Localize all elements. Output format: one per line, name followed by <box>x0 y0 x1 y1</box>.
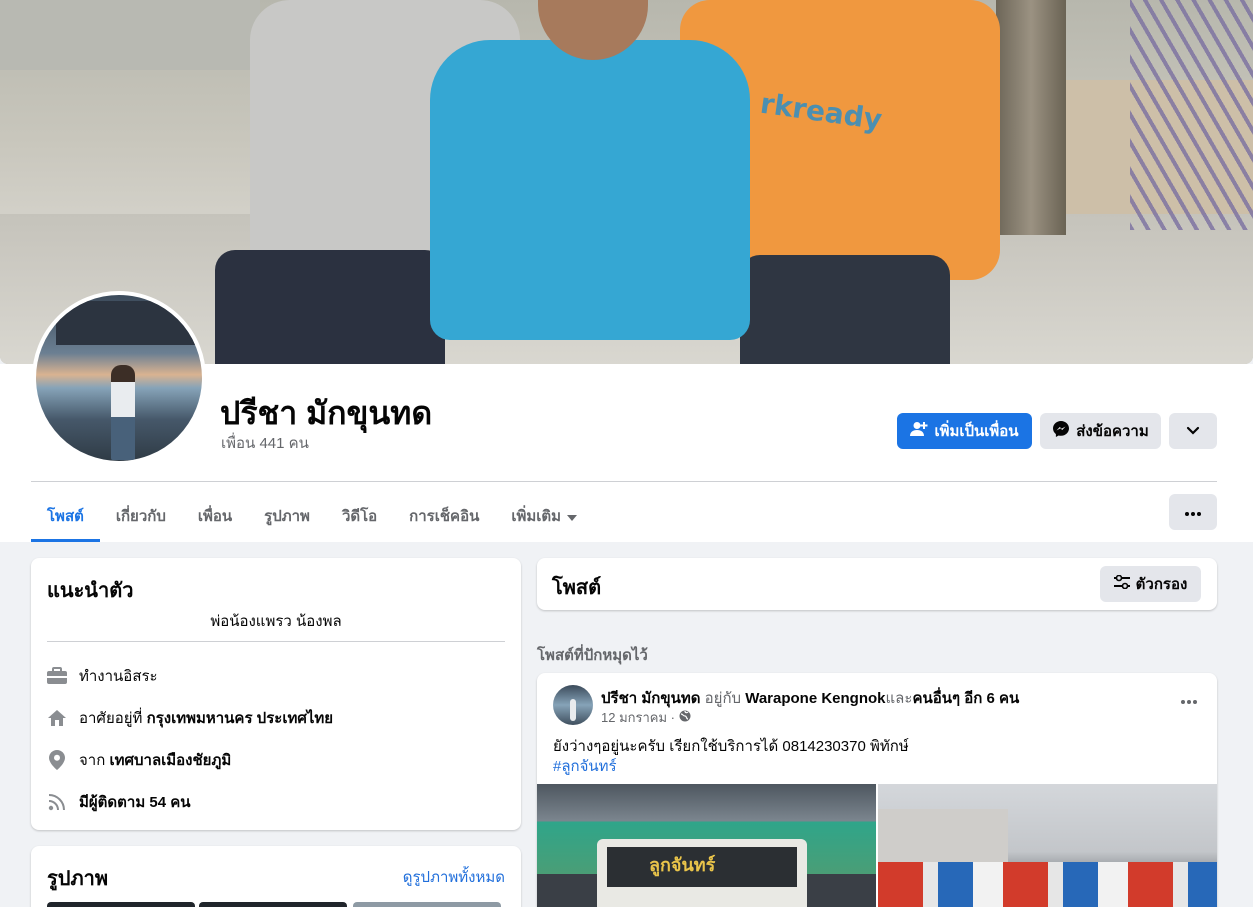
location-pin-icon <box>47 750 67 770</box>
filter-label: ตัวกรอง <box>1135 576 1188 593</box>
post-photo[interactable] <box>878 784 1217 907</box>
post-author-avatar[interactable] <box>553 685 593 725</box>
tab-friends[interactable]: เพื่อน <box>182 490 248 542</box>
cover-hammock <box>1130 0 1253 230</box>
profile-tabs: โพสต์ เกี่ยวกับ เพื่อน รูปภาพ วิดีโอ การ… <box>31 490 593 542</box>
trucks-shape <box>878 862 1217 907</box>
tab-checkins[interactable]: การเช็คอิน <box>393 490 495 542</box>
posts-header-card: โพสต์ ตัวกรอง <box>537 558 1217 610</box>
more-options-button[interactable] <box>1169 413 1217 449</box>
post-options-button[interactable] <box>1181 691 1197 709</box>
photo-thumbnail[interactable] <box>353 902 501 907</box>
cover-person-center <box>430 40 750 340</box>
photo-thumbnail[interactable] <box>199 902 347 907</box>
rss-icon <box>47 792 67 812</box>
tab-label: เพื่อน <box>197 508 233 525</box>
intro-title: แนะนำตัว <box>47 580 134 602</box>
ellipsis-icon <box>1181 691 1197 708</box>
post-hashtag[interactable]: #ลูกจันทร์ <box>553 754 617 778</box>
photo-thumbnail[interactable] <box>47 902 195 907</box>
globe-icon <box>679 710 691 725</box>
post-meta: 12 มกราคม · <box>601 707 691 728</box>
intro-bio: พ่อน้องแพรว น้องพล <box>210 613 342 630</box>
ellipsis-icon <box>1185 503 1201 521</box>
friends-count[interactable]: เพื่อน 441 คน <box>221 431 309 455</box>
intro-divider <box>47 641 505 642</box>
cover-wooden-post <box>996 0 1066 235</box>
filter-icon <box>1113 574 1130 593</box>
post-date[interactable]: 12 มกราคม · <box>601 707 675 728</box>
post-with-text: อยู่กับ <box>704 690 742 707</box>
intro-card: แนะนำตัว พ่อน้องแพรว น้องพล ทำงานอิสระ อ… <box>31 558 521 830</box>
tab-label: เพิ่มเติม <box>511 508 562 525</box>
photos-title: รูปภาพ <box>47 868 109 890</box>
photos-card: รูปภาพ ดูรูปภาพทั้งหมด <box>31 846 521 907</box>
see-all-photos-link[interactable]: ดูรูปภาพทั้งหมด <box>403 865 505 889</box>
tab-more[interactable]: เพิ่มเติม <box>495 490 593 542</box>
filter-button[interactable]: ตัวกรอง <box>1100 566 1201 602</box>
intro-followers-text[interactable]: มีผู้ติดตาม 54 คน <box>79 790 191 814</box>
tab-label: การเช็คอิน <box>409 508 480 525</box>
profile-avatar[interactable] <box>32 291 206 465</box>
tab-label: โพสต์ <box>47 508 84 525</box>
cover-wall <box>0 0 260 70</box>
cover-person-right-jeans <box>740 255 950 364</box>
post-and-text: และ <box>885 690 913 707</box>
intro-lives-link[interactable]: กรุงเทพมหานคร ประเทศไทย <box>147 710 333 727</box>
intro-work: ทำงานอิสระ <box>47 664 158 688</box>
messenger-icon <box>1052 420 1070 442</box>
pinned-posts-label: โพสต์ที่ปักหมุดไว้ <box>537 647 648 664</box>
tab-videos[interactable]: วิดีโอ <box>326 490 393 542</box>
truck-label: ลูกจันทร์ <box>649 855 716 876</box>
add-friend-label: เพิ่มเป็นเพื่อน <box>934 423 1019 440</box>
intro-from: จาก เทศบาลเมืองชัยภูมิ <box>47 748 231 772</box>
post-tagged-name[interactable]: Warapone Kengnok <box>745 690 885 707</box>
tab-label: รูปภาพ <box>264 508 310 525</box>
cover-person-left-jeans <box>215 250 445 364</box>
message-label: ส่งข้อความ <box>1076 423 1149 440</box>
intro-lives: อาศัยอยู่ที่ กรุงเทพมหานคร ประเทศไทย <box>47 706 333 730</box>
tab-label: เกี่ยวกับ <box>115 508 166 525</box>
post-author-name[interactable]: ปรีชา มักขุนทด <box>601 690 700 707</box>
intro-from-link[interactable]: เทศบาลเมืองชัยภูมิ <box>109 752 231 769</box>
intro-lives-prefix: อาศัยอยู่ที่ <box>79 710 143 727</box>
tab-posts[interactable]: โพสต์ <box>31 490 100 542</box>
avatar-person <box>111 365 135 460</box>
tab-label: วิดีโอ <box>341 508 378 525</box>
message-button[interactable]: ส่งข้อความ <box>1040 413 1161 449</box>
briefcase-icon <box>47 666 67 686</box>
header-divider <box>31 481 1217 482</box>
chevron-down-icon <box>1186 423 1200 440</box>
post-others-link[interactable]: คนอื่นๆ อีก 6 คน <box>912 690 1019 707</box>
tab-about[interactable]: เกี่ยวกับ <box>100 490 182 542</box>
posts-title: โพสต์ <box>552 577 602 599</box>
pinned-post: ปรีชา มักขุนทด อยู่กับ Warapone Kengnokแ… <box>537 673 1217 907</box>
caret-down-icon <box>567 508 578 525</box>
tabs-more-button[interactable] <box>1169 494 1217 530</box>
intro-work-text: ทำงานอิสระ <box>79 668 158 685</box>
tab-photos[interactable]: รูปภาพ <box>248 490 326 542</box>
add-friend-icon <box>910 421 928 441</box>
add-friend-button[interactable]: เพิ่มเป็นเพื่อน <box>897 413 1032 449</box>
intro-followers: มีผู้ติดตาม 54 คน <box>47 790 191 814</box>
intro-from-prefix: จาก <box>79 752 106 769</box>
post-photo[interactable]: ลูกจันทร์ <box>537 784 876 907</box>
avatar-sign <box>56 301 202 345</box>
home-icon <box>47 708 67 728</box>
